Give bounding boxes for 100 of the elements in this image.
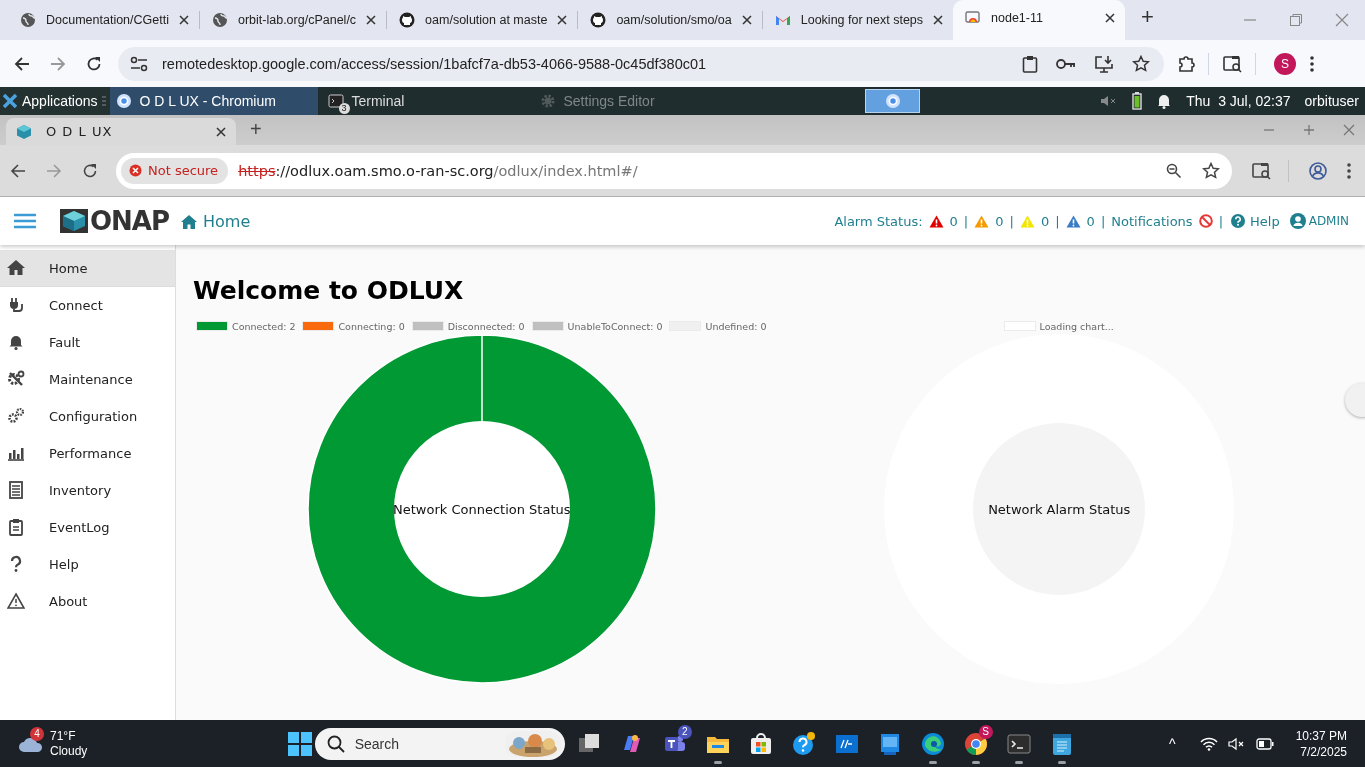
separator-text: |	[1218, 213, 1224, 229]
wrench-gear-icon	[7, 370, 25, 388]
running-indicator	[713, 760, 722, 764]
tab-search-icon[interactable]	[1252, 161, 1272, 180]
new-tab-button[interactable]: +	[1131, 4, 1164, 30]
notification-badge: 4	[30, 726, 44, 741]
cube-icon	[16, 123, 32, 140]
list-icon	[7, 481, 25, 499]
edge-icon	[920, 731, 945, 756]
taskbar-window-button[interactable]: 3 Terminal	[321, 87, 530, 115]
more-menu-icon[interactable]	[1347, 162, 1351, 179]
key-icon[interactable]	[1056, 57, 1076, 70]
applications-menu[interactable]: Applications	[0, 87, 110, 115]
chromium-icon	[884, 93, 901, 109]
show-hidden-icons-button[interactable]: ^	[1169, 735, 1176, 752]
clipboard-icon	[7, 518, 25, 536]
install-icon[interactable]	[1094, 54, 1114, 73]
sidebar-item[interactable]: Connect	[0, 287, 175, 324]
page-title-link[interactable]: Home	[181, 211, 251, 231]
security-chip[interactable]: Not secure	[121, 157, 229, 184]
sidebar-item[interactable]: Maintenance	[0, 361, 175, 398]
sidebar-item[interactable]: About	[0, 583, 175, 620]
sidebar-item[interactable]: Inventory	[0, 472, 175, 509]
sidebar-item[interactable]: Fault	[0, 324, 175, 361]
clock-text: Thu 3 Jul, 02:37	[1186, 93, 1291, 109]
weather-widget[interactable]: 4 71°F Cloudy	[0, 728, 88, 759]
blocked-icon	[1198, 214, 1213, 228]
running-indicator	[1057, 760, 1066, 764]
sidebar-item[interactable]: Performance	[0, 435, 175, 472]
menu-icon[interactable]	[14, 213, 36, 229]
more-menu-icon[interactable]	[1310, 55, 1314, 72]
count-badge: 2	[677, 724, 692, 739]
address-bar[interactable]: remotedesktop.google.com/access/session/1bafcf7a-db53-4066-9588-0c45df380c01	[118, 46, 1164, 81]
clipboard-icon[interactable]	[1022, 54, 1038, 73]
alarm-count: 0	[949, 213, 958, 229]
terminal-icon	[1006, 731, 1031, 756]
browser-tab[interactable]: O D L UX	[6, 118, 236, 145]
address-bar[interactable]: Not secure https://odlux.oam.smo.o-ran-sc.org/odlux/index.html#/	[116, 152, 1232, 189]
separator-text: |	[1100, 213, 1106, 229]
zoom-icon[interactable]	[1166, 162, 1182, 179]
running-indicator	[928, 760, 937, 764]
onap-logo[interactable]: ONAP	[60, 208, 170, 234]
close-icon[interactable]	[741, 15, 752, 25]
muted-speaker-icon[interactable]	[1227, 736, 1246, 751]
browser-tab[interactable]: node1-11	[953, 0, 1126, 40]
maximize-icon[interactable]	[1303, 124, 1315, 136]
tab-search-icon[interactable]	[1223, 54, 1243, 73]
help-icon	[1231, 214, 1246, 228]
reload-icon[interactable]	[82, 162, 98, 179]
restore-icon[interactable]	[1289, 13, 1303, 27]
forward-arrow-icon[interactable]	[50, 55, 66, 72]
browser-tab[interactable]: Looking for next steps	[762, 4, 954, 36]
globe-icon	[212, 12, 228, 28]
workspace-switcher[interactable]	[865, 89, 921, 113]
browser-tab[interactable]: Documentation/CGetti	[8, 4, 199, 36]
close-icon[interactable]	[179, 15, 189, 25]
taskbar-window-button[interactable]: Settings Editor	[533, 87, 742, 115]
sidebar-item[interactable]: Configuration	[0, 398, 175, 435]
warning-triangle-icon	[7, 592, 25, 610]
puzzle-icon[interactable]	[1178, 54, 1196, 73]
taskbar-app-button[interactable]: S	[958, 721, 993, 766]
new-tab-button[interactable]: +	[250, 118, 262, 141]
url-text: https://odlux.oam.smo.o-ran-sc.org/odlux/index.html#/	[238, 162, 638, 179]
profile-icon[interactable]	[1309, 161, 1327, 180]
browser-tab[interactable]: orbit-lab.org/cPanel/c	[200, 4, 387, 36]
taskbar-app-button[interactable]: 2	[657, 721, 692, 766]
sidebar-item[interactable]: Help	[0, 546, 175, 583]
sidebar-item[interactable]: EventLog	[0, 509, 175, 546]
site-settings-icon[interactable]	[130, 55, 148, 72]
browser-tab[interactable]: oam/solution/smo/oa	[578, 4, 762, 36]
close-icon[interactable]	[216, 126, 226, 137]
help-link[interactable]: Help	[1231, 213, 1280, 229]
browser-tab[interactable]: oam/solution at maste	[387, 4, 578, 36]
back-arrow-icon[interactable]	[14, 55, 30, 72]
close-icon[interactable]	[1105, 13, 1116, 23]
home-icon	[7, 259, 25, 277]
legend-label: Connecting: 0	[338, 320, 405, 332]
battery-icon[interactable]	[1255, 737, 1274, 750]
profile-avatar[interactable]: S	[1274, 52, 1296, 75]
plug-icon	[7, 296, 25, 314]
running-indicator	[1014, 760, 1023, 764]
page-heading: Welcome to ODLUX	[193, 276, 465, 305]
windows-start-icon[interactable]	[287, 731, 312, 756]
wifi-icon[interactable]	[1199, 736, 1218, 751]
close-icon[interactable]	[933, 15, 944, 25]
legend-label: Connected: 2	[232, 320, 296, 332]
close-icon[interactable]	[366, 15, 377, 25]
search-field[interactable]: Search	[314, 727, 565, 760]
sidebar-item[interactable]: Home	[0, 250, 175, 287]
user-menu[interactable]: ADMIN	[1289, 213, 1349, 229]
star-icon[interactable]	[1132, 54, 1150, 73]
back-arrow-icon[interactable]	[10, 162, 26, 179]
reload-icon[interactable]	[86, 55, 102, 72]
taskbar-window-button[interactable]: O D L UX - Chromium	[109, 87, 318, 115]
close-icon[interactable]	[557, 15, 568, 25]
cube-logo-icon	[60, 209, 88, 233]
xfce-logo-icon	[2, 93, 18, 109]
star-icon[interactable]	[1202, 161, 1220, 180]
date-time[interactable]: 10:37 PM 7/2/2025	[1295, 727, 1347, 760]
notifications-link[interactable]: Notifications	[1111, 213, 1193, 229]
